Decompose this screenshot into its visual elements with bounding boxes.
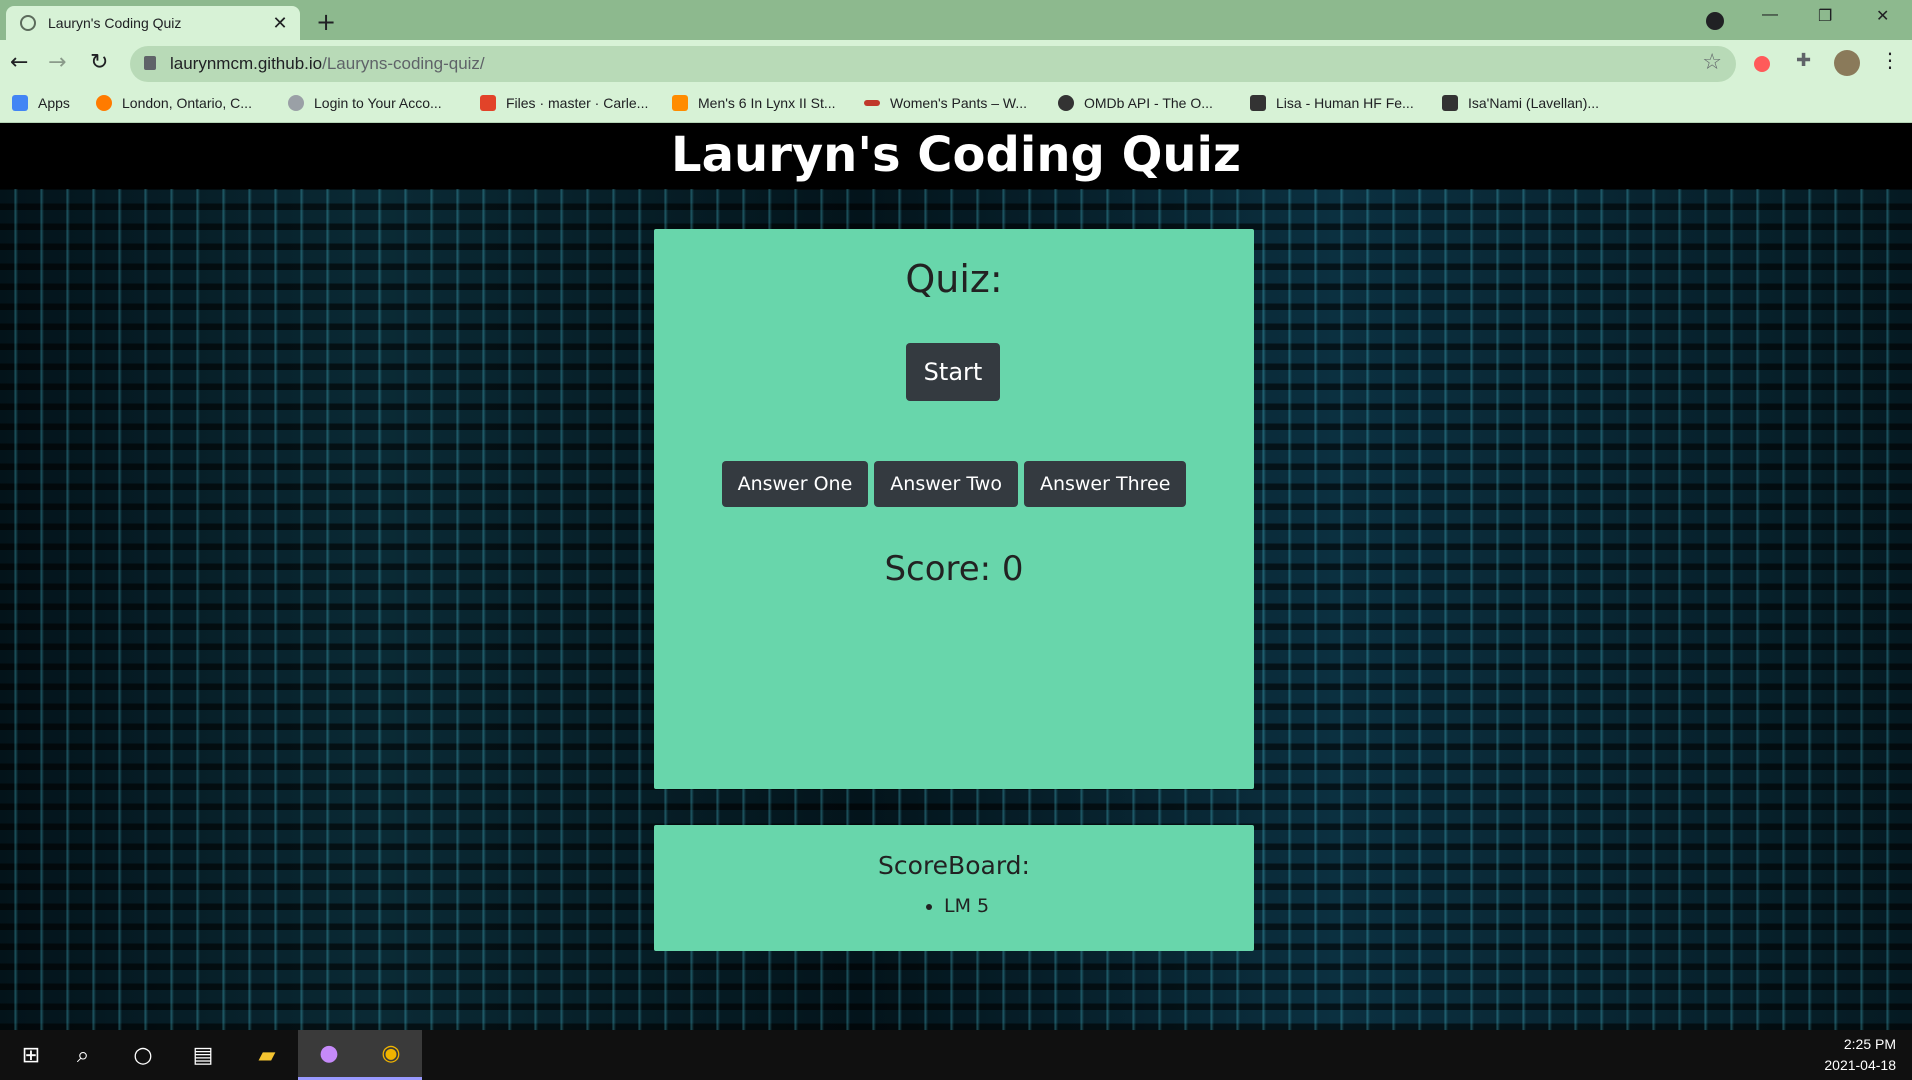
butterfly-icon <box>1250 95 1266 111</box>
bookmark-london[interactable]: London, Ontario, C... <box>96 95 252 111</box>
bookmark-omdb[interactable]: OMDb API - The O... <box>1058 95 1213 111</box>
tab-strip: Lauryn's Coding Quiz ✕ + — ❐ ✕ <box>0 0 1912 40</box>
apps-grid-icon <box>12 95 28 111</box>
bookmark-lisa[interactable]: Lisa - Human HF Fe... <box>1250 95 1414 111</box>
address-bar[interactable]: laurynmcm.github.io/Lauryns-coding-quiz/… <box>130 46 1736 82</box>
quiz-heading: Quiz: <box>905 257 1003 301</box>
bookmark-isanami[interactable]: Isa'Nami (Lavellan)... <box>1442 95 1599 111</box>
answer-three-button[interactable]: Answer Three <box>1023 461 1187 507</box>
forward-icon[interactable]: → <box>48 50 66 75</box>
globe-icon <box>20 15 36 31</box>
taskbar: ⊞ ⌕ ○ ▤ ▰ ● ◉ 2:25 PM 2021-04-18 <box>0 1030 1912 1080</box>
tab-title: Lauryn's Coding Quiz <box>48 15 182 31</box>
gitlab-icon <box>480 95 496 111</box>
scoreboard-heading: ScoreBoard: <box>878 851 1030 880</box>
scoreboard-card: ScoreBoard: LM 5 <box>654 825 1254 951</box>
globe-icon <box>288 95 304 111</box>
browser-toolbar: ← → ↻ laurynmcm.github.io/Lauryns-coding… <box>0 40 1912 88</box>
cortana-icon[interactable]: ○ <box>112 1030 174 1080</box>
close-window-icon[interactable]: ✕ <box>1876 6 1889 26</box>
page-title: Lauryn's Coding Quiz <box>671 127 1241 183</box>
square-icon <box>672 95 688 111</box>
extension-icon[interactable] <box>1754 56 1770 72</box>
list-item: LM 5 <box>944 895 989 917</box>
url-text[interactable]: laurynmcm.github.io/Lauryns-coding-quiz/ <box>170 54 485 74</box>
minimize-icon[interactable]: — <box>1762 6 1778 24</box>
film-icon <box>1058 95 1074 111</box>
github-desktop-icon[interactable]: ● <box>298 1030 360 1080</box>
bookmark-gitlab[interactable]: Files · master · Carle... <box>480 95 648 111</box>
close-tab-icon[interactable]: ✕ <box>270 13 290 34</box>
butterfly-icon <box>1442 95 1458 111</box>
scoreboard-list: LM 5 <box>924 895 989 917</box>
menu-kebab-icon[interactable]: ⋮ <box>1880 48 1902 72</box>
extensions-puzzle-icon[interactable]: ✚ <box>1796 50 1818 72</box>
weather-icon <box>96 95 112 111</box>
bookmarks-bar: Apps London, Ontario, C... Login to Your… <box>0 88 1912 123</box>
new-tab-button[interactable]: + <box>316 8 336 36</box>
quiz-card: Quiz: Start Answer One Answer Two Answer… <box>654 229 1254 789</box>
bookmark-star-icon[interactable]: ☆ <box>1702 50 1722 75</box>
chrome-icon[interactable]: ◉ <box>360 1030 422 1080</box>
brand-icon <box>864 100 880 106</box>
answer-buttons: Answer One Answer Two Answer Three <box>654 461 1254 507</box>
bookmark-apps[interactable]: Apps <box>12 95 70 111</box>
answer-two-button[interactable]: Answer Two <box>874 461 1018 507</box>
lock-icon <box>144 56 156 70</box>
bookmark-mens[interactable]: Men's 6 In Lynx II St... <box>672 95 836 111</box>
score-display: Score: 0 <box>884 549 1024 589</box>
answer-one-button[interactable]: Answer One <box>721 461 869 507</box>
file-explorer-icon[interactable]: ▰ <box>236 1030 298 1080</box>
clock-time: 2:25 PM <box>1843 1036 1896 1052</box>
page-background: Lauryn's Coding Quiz Quiz: Start Answer … <box>0 123 1912 1030</box>
tab-search-icon[interactable] <box>1706 12 1724 30</box>
avatar[interactable] <box>1834 50 1860 76</box>
browser-tab[interactable]: Lauryn's Coding Quiz ✕ <box>6 6 300 40</box>
system-clock[interactable]: 2:25 PM 2021-04-18 <box>1824 1034 1896 1076</box>
bookmark-login[interactable]: Login to Your Acco... <box>288 95 442 111</box>
clock-date: 2021-04-18 <box>1824 1057 1896 1073</box>
task-view-icon[interactable]: ▤ <box>172 1030 234 1080</box>
restore-icon[interactable]: ❐ <box>1818 6 1832 26</box>
search-icon[interactable]: ⌕ <box>52 1030 114 1080</box>
back-icon[interactable]: ← <box>10 50 28 75</box>
reload-icon[interactable]: ↻ <box>90 50 108 75</box>
start-button[interactable]: Start <box>906 343 1000 401</box>
bookmark-womens[interactable]: Women's Pants – W... <box>864 95 1027 111</box>
